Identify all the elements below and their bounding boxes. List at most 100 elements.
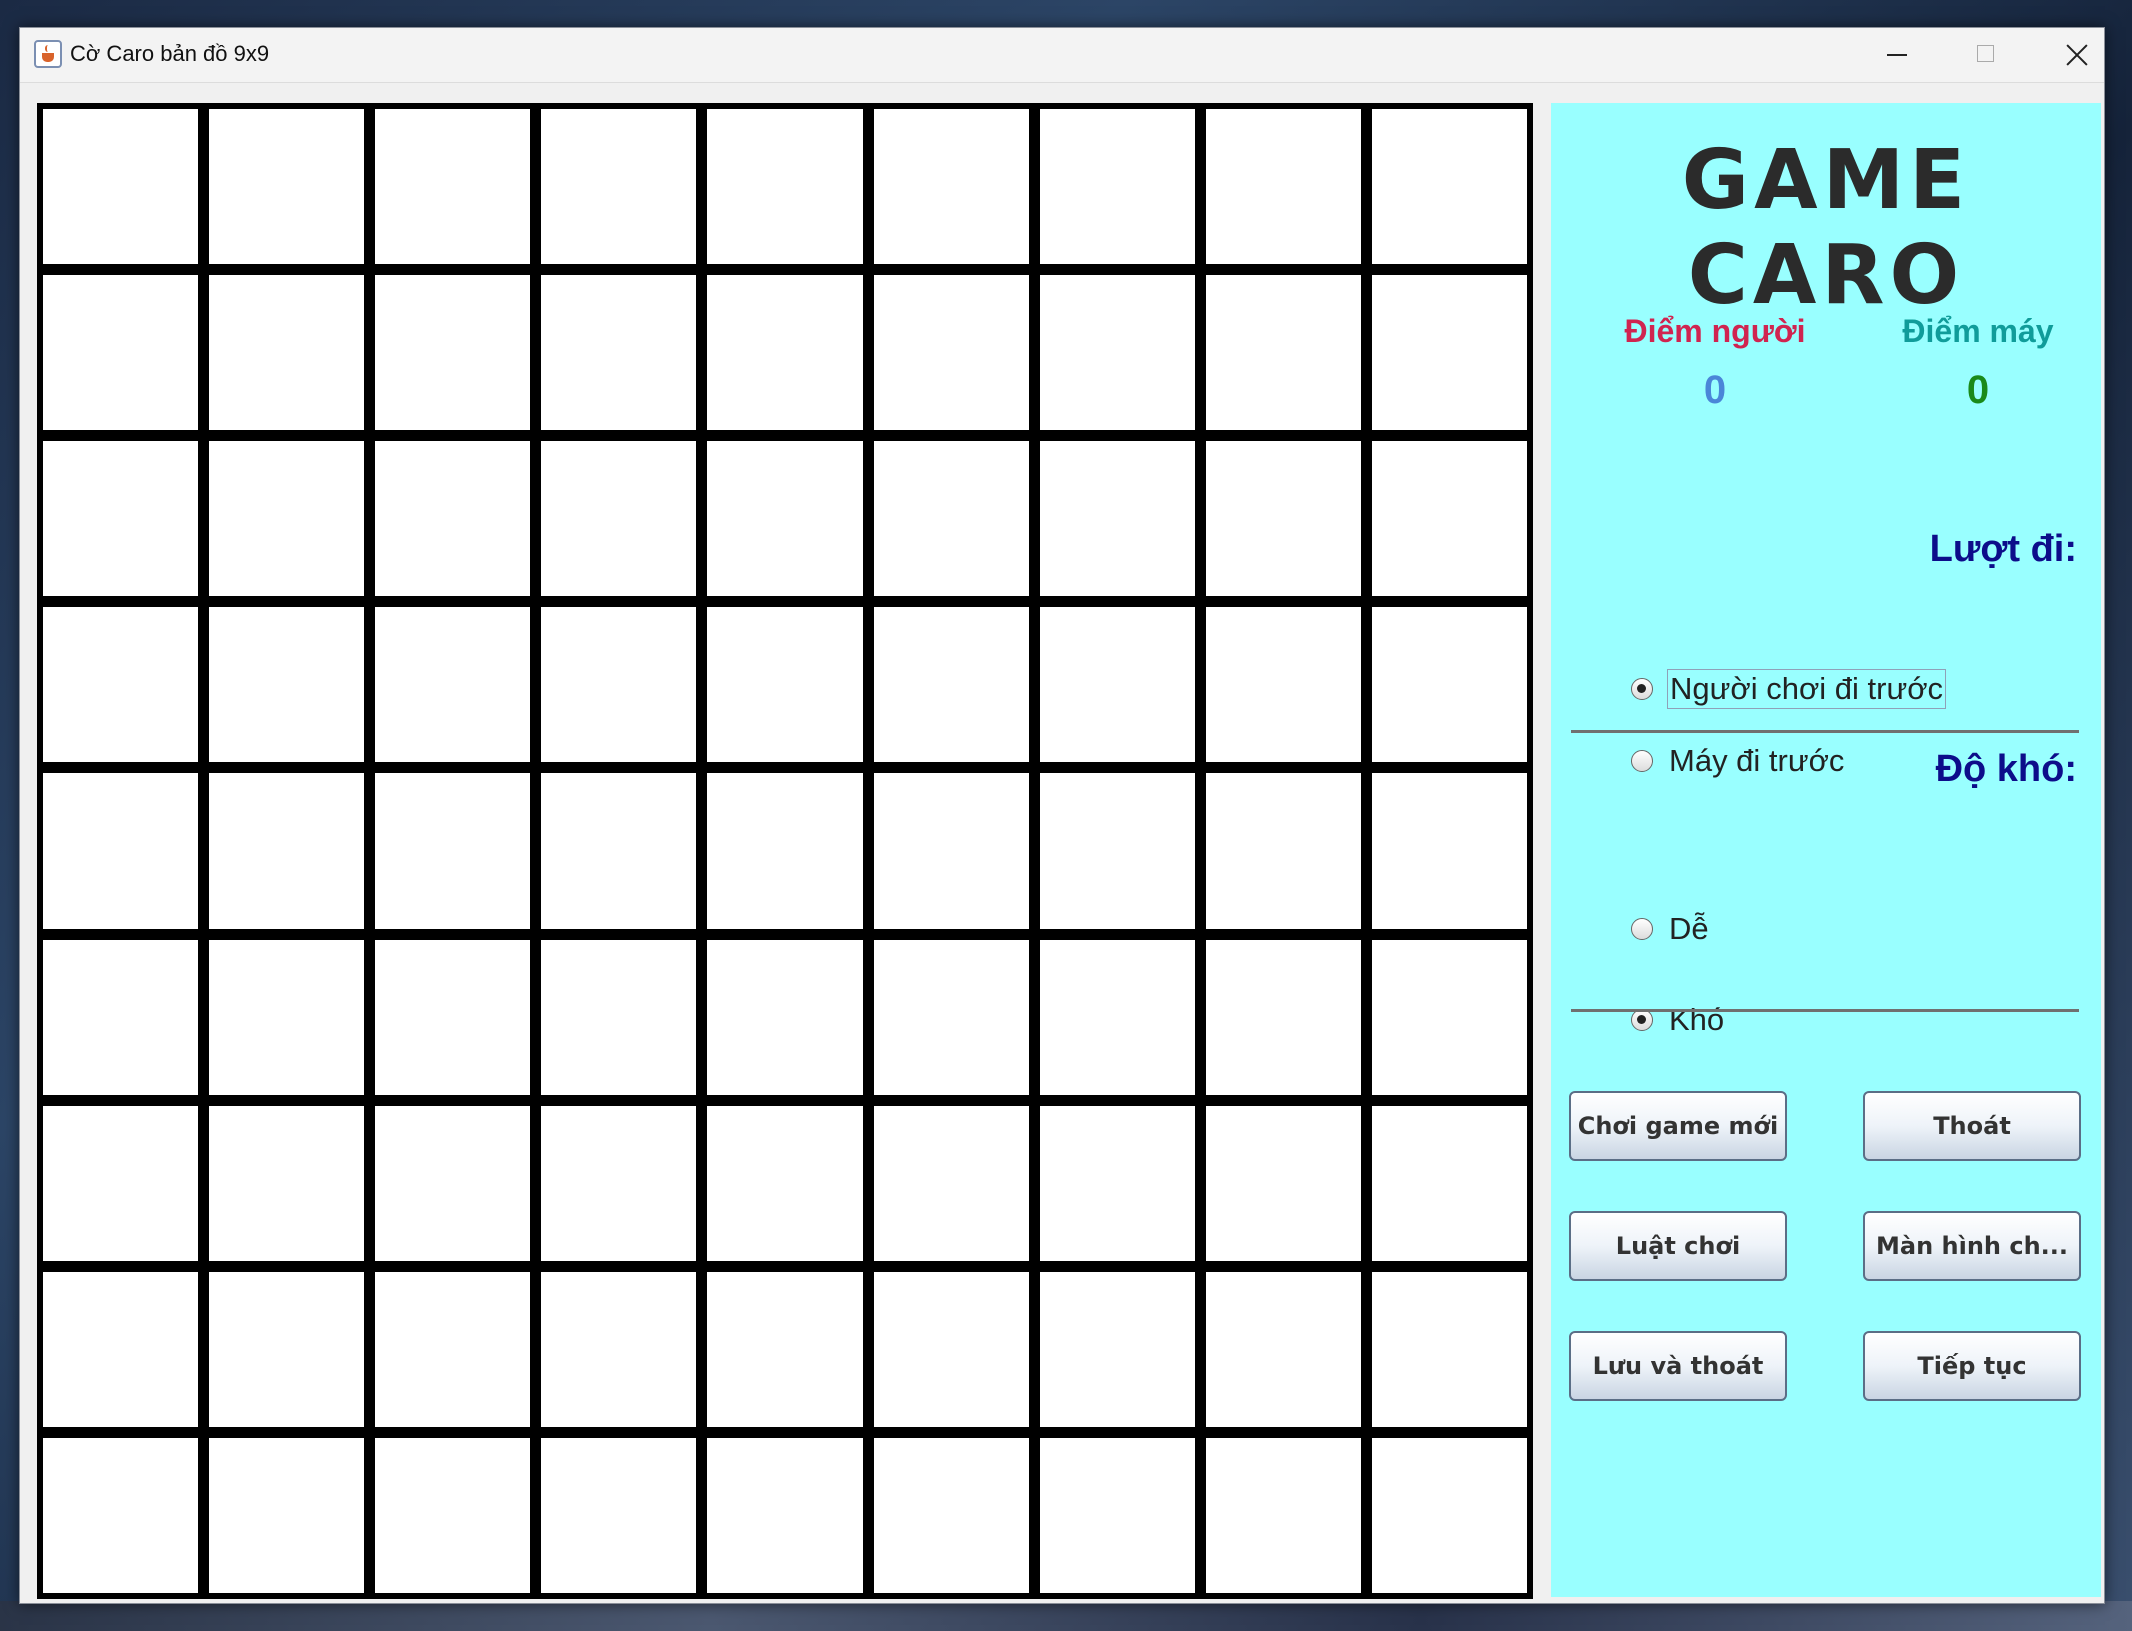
rules-button[interactable]: Luật chơi <box>1569 1211 1787 1281</box>
board-cell[interactable] <box>541 1437 697 1593</box>
board-cell[interactable] <box>209 773 365 929</box>
board-cell[interactable] <box>1205 939 1361 1095</box>
board-cell[interactable] <box>1371 607 1527 763</box>
board-cell[interactable] <box>541 441 697 597</box>
difficulty-hard-radio[interactable] <box>1631 1009 1653 1031</box>
board-cell[interactable] <box>1205 441 1361 597</box>
board-cell[interactable] <box>873 773 1029 929</box>
board-cell[interactable] <box>1205 1271 1361 1427</box>
board-cell[interactable] <box>873 1271 1029 1427</box>
board-cell[interactable] <box>1039 275 1195 431</box>
human-first-radio[interactable] <box>1631 678 1653 700</box>
board-cell[interactable] <box>43 939 199 1095</box>
board-cell[interactable] <box>1205 773 1361 929</box>
machine-first-radio[interactable] <box>1631 750 1653 772</box>
board-cell[interactable] <box>1039 109 1195 265</box>
board-cell[interactable] <box>209 275 365 431</box>
maximize-button[interactable] <box>1940 28 2030 82</box>
board-cell[interactable] <box>43 1105 199 1261</box>
board-cell[interactable] <box>1371 939 1527 1095</box>
board-cell[interactable] <box>375 939 531 1095</box>
board-cell[interactable] <box>1371 1437 1527 1593</box>
board-cell[interactable] <box>873 109 1029 265</box>
board-cell[interactable] <box>707 1271 863 1427</box>
close-button[interactable] <box>2030 28 2120 82</box>
board-cell[interactable] <box>541 939 697 1095</box>
board-cell[interactable] <box>707 441 863 597</box>
board-cell[interactable] <box>375 441 531 597</box>
board-cell[interactable] <box>541 275 697 431</box>
board-cell[interactable] <box>707 773 863 929</box>
board-cell[interactable] <box>43 109 199 265</box>
board-cell[interactable] <box>1205 607 1361 763</box>
title-bar[interactable]: Cờ Caro bản đồ 9x9 <box>20 28 2104 83</box>
board-cell[interactable] <box>707 109 863 265</box>
board-cell[interactable] <box>43 1271 199 1427</box>
board-cell[interactable] <box>707 275 863 431</box>
board-cell[interactable] <box>1205 1437 1361 1593</box>
board-cell[interactable] <box>1039 1105 1195 1261</box>
board-cell[interactable] <box>1039 1437 1195 1593</box>
board-cell[interactable] <box>873 441 1029 597</box>
board-cell[interactable] <box>1039 939 1195 1095</box>
board-cell[interactable] <box>209 607 365 763</box>
difficulty-hard-option[interactable]: Khó <box>1631 1000 1726 1040</box>
board-cell[interactable] <box>1371 773 1527 929</box>
board-cell[interactable] <box>541 109 697 265</box>
board-cell[interactable] <box>1205 275 1361 431</box>
difficulty-easy-radio[interactable] <box>1631 918 1653 940</box>
board-cell[interactable] <box>707 1437 863 1593</box>
board-cell[interactable] <box>707 939 863 1095</box>
board-cell[interactable] <box>209 1437 365 1593</box>
machine-first-option[interactable]: Máy đi trước <box>1631 741 1846 781</box>
board-cell[interactable] <box>1371 109 1527 265</box>
new-game-button[interactable]: Chơi game mới <box>1569 1091 1787 1161</box>
board-cell[interactable] <box>375 109 531 265</box>
board-cell[interactable] <box>873 275 1029 431</box>
board-cell[interactable] <box>707 607 863 763</box>
main-screen-button[interactable]: Màn hình ch... <box>1863 1211 2081 1281</box>
board-cell[interactable] <box>873 607 1029 763</box>
board-cell[interactable] <box>209 939 365 1095</box>
board-cell[interactable] <box>209 1271 365 1427</box>
board-cell[interactable] <box>209 441 365 597</box>
board-cell[interactable] <box>1039 441 1195 597</box>
board-cell[interactable] <box>375 607 531 763</box>
exit-button[interactable]: Thoát <box>1863 1091 2081 1161</box>
board-cell[interactable] <box>375 275 531 431</box>
board-cell[interactable] <box>1039 1271 1195 1427</box>
minimize-button[interactable] <box>1850 28 1940 82</box>
difficulty-easy-option[interactable]: Dễ <box>1631 909 1711 949</box>
board-cell[interactable] <box>375 1437 531 1593</box>
board-cell[interactable] <box>873 1105 1029 1261</box>
board-cell[interactable] <box>1205 1105 1361 1261</box>
board-cell[interactable] <box>43 607 199 763</box>
board-cell[interactable] <box>1039 773 1195 929</box>
board-cell[interactable] <box>375 1271 531 1427</box>
board-cell[interactable] <box>375 773 531 929</box>
board-cell[interactable] <box>873 1437 1029 1593</box>
board-cell[interactable] <box>43 441 199 597</box>
board-cell[interactable] <box>1371 1105 1527 1261</box>
board-cell[interactable] <box>541 1105 697 1261</box>
board-cell[interactable] <box>707 1105 863 1261</box>
board-cell[interactable] <box>1039 607 1195 763</box>
board-cell[interactable] <box>43 275 199 431</box>
board-cell[interactable] <box>541 773 697 929</box>
board-cell[interactable] <box>1371 441 1527 597</box>
board-cell[interactable] <box>1371 1271 1527 1427</box>
board-cell[interactable] <box>873 939 1029 1095</box>
board-cell[interactable] <box>1371 275 1527 431</box>
board-cell[interactable] <box>43 1437 199 1593</box>
board-cell[interactable] <box>43 773 199 929</box>
human-first-option[interactable]: Người chơi đi trước <box>1631 669 1947 709</box>
board-cell[interactable] <box>375 1105 531 1261</box>
continue-button[interactable]: Tiếp tục <box>1863 1331 2081 1401</box>
board-cell[interactable] <box>541 607 697 763</box>
board-cell[interactable] <box>209 109 365 265</box>
board-cell[interactable] <box>209 1105 365 1261</box>
save-and-exit-button[interactable]: Lưu và thoát <box>1569 1331 1787 1401</box>
board-cell[interactable] <box>1205 109 1361 265</box>
human-first-label: Người chơi đi trước <box>1667 669 1947 709</box>
board-cell[interactable] <box>541 1271 697 1427</box>
